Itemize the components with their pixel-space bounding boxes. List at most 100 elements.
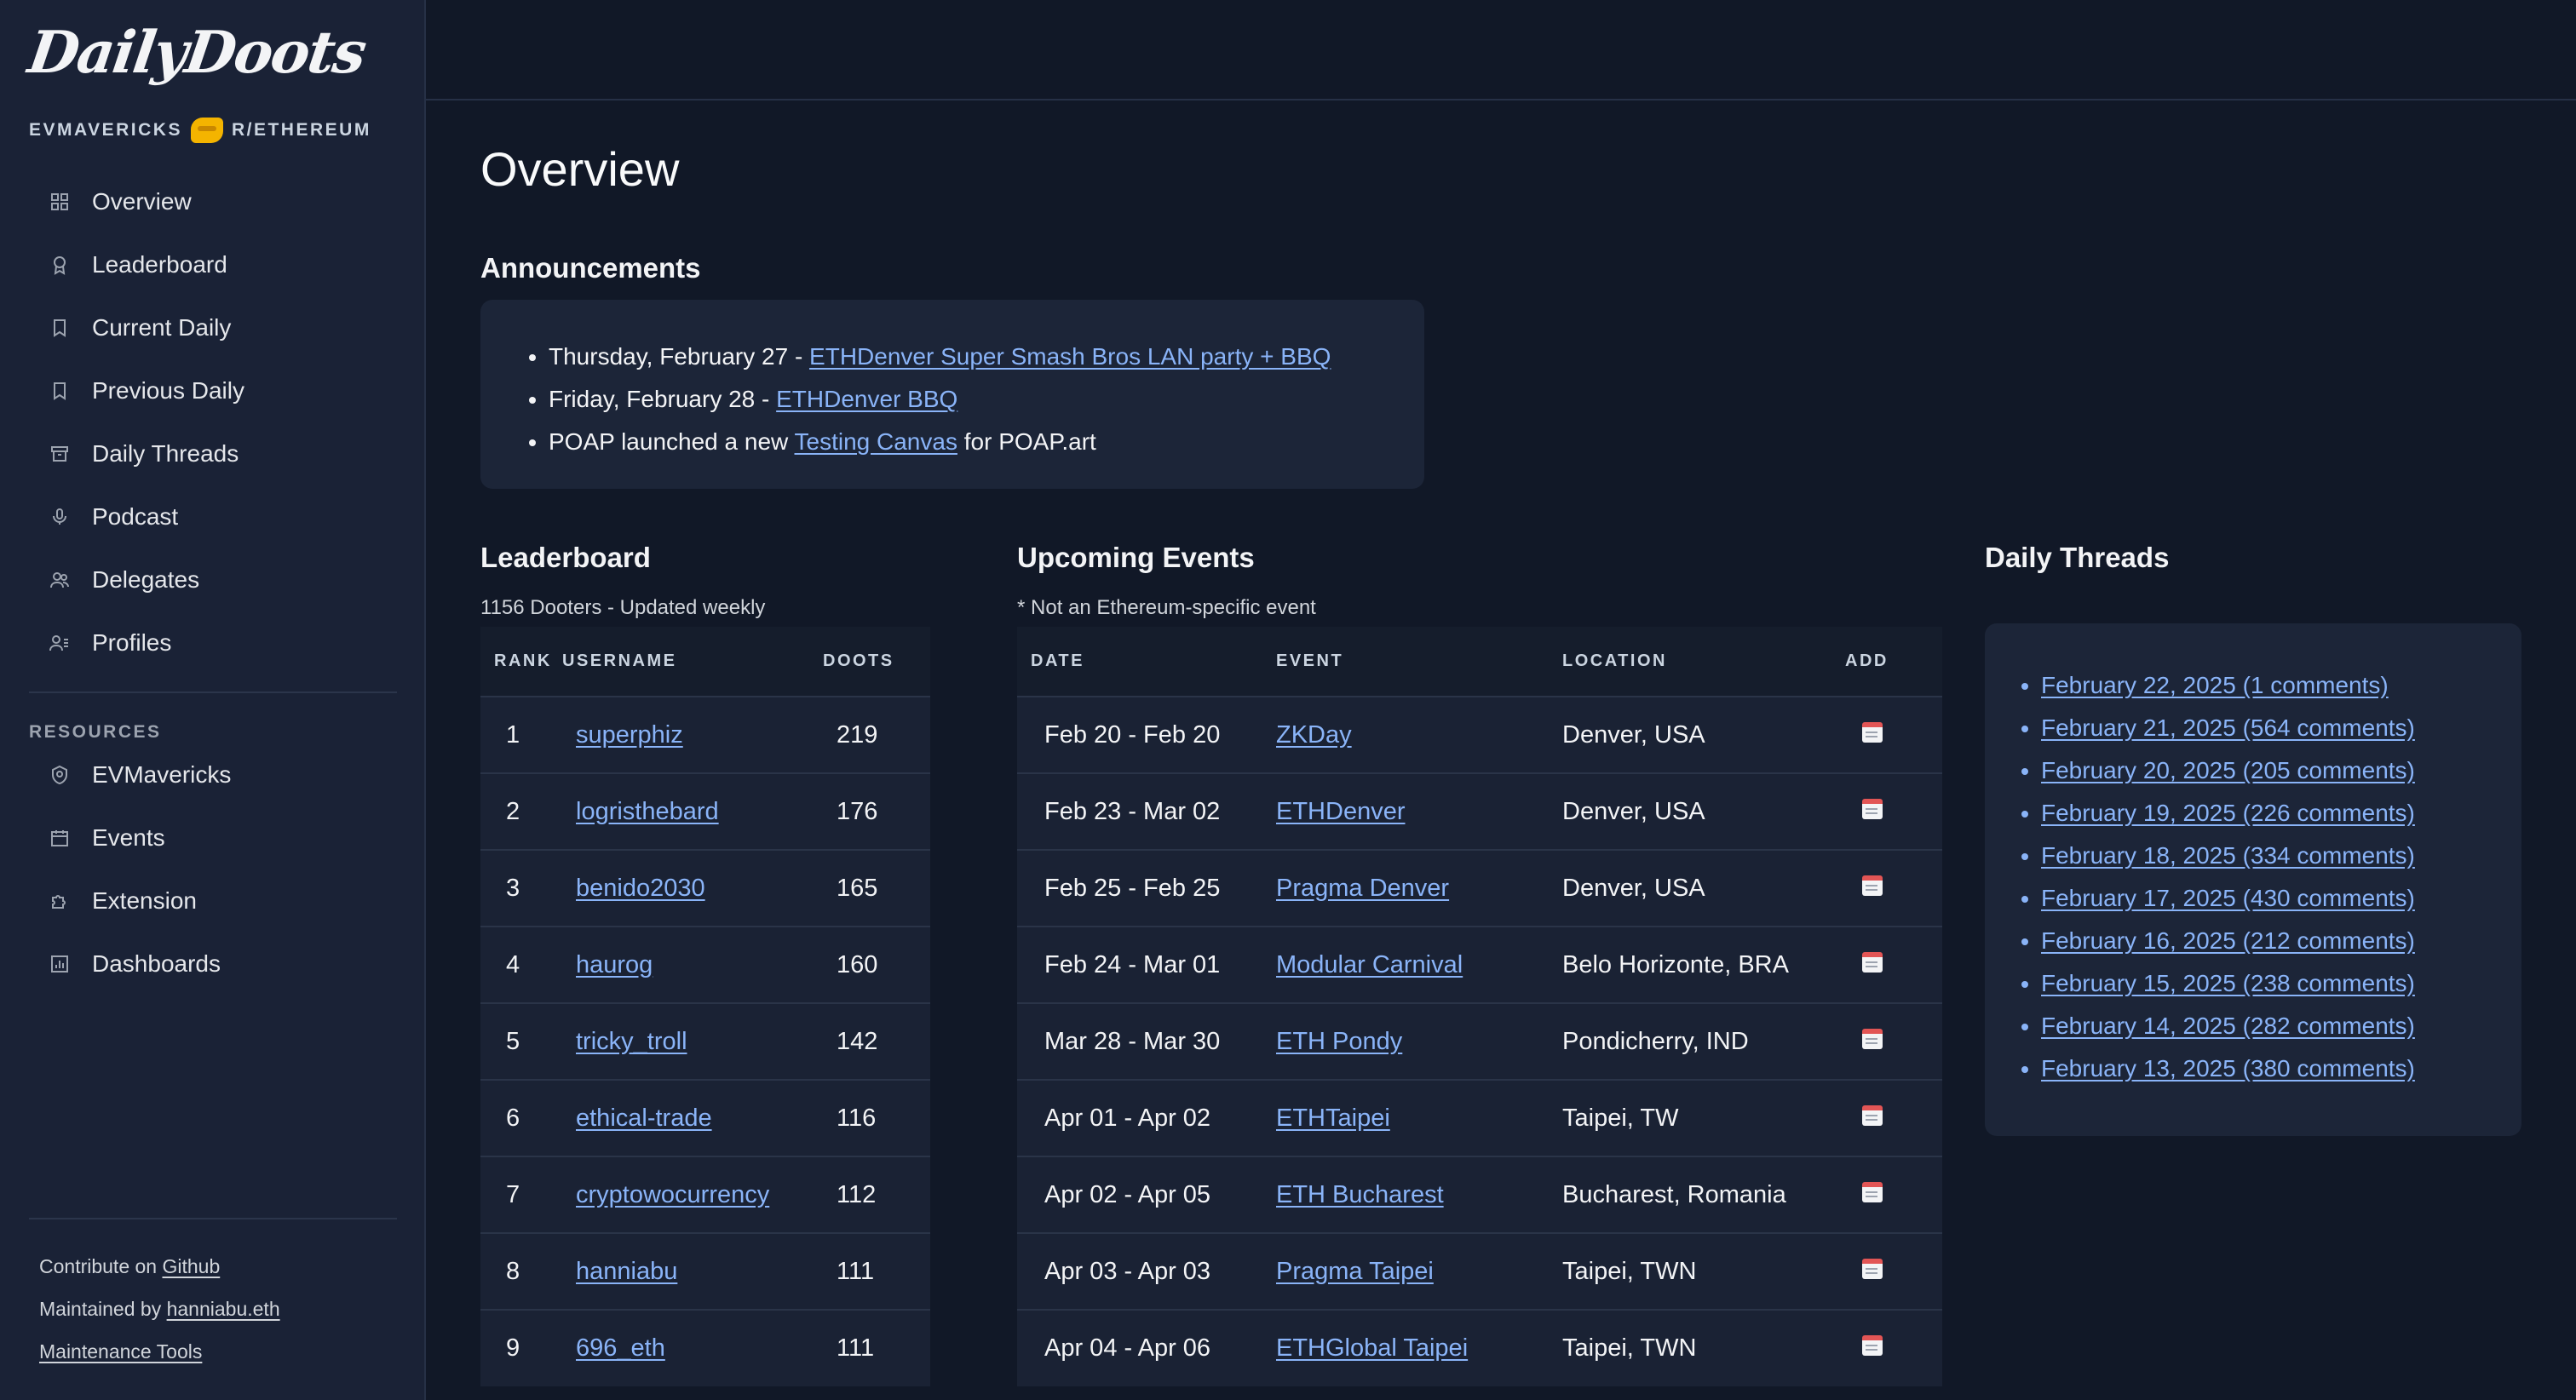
username-link[interactable]: benido2030 [576, 875, 705, 902]
thread-link[interactable]: February 21, 2025 (564 comments) [2041, 714, 2415, 741]
event-link[interactable]: Modular Carnival [1276, 951, 1463, 978]
add-to-calendar-icon[interactable] [1862, 951, 1883, 973]
github-link[interactable]: Github [162, 1255, 220, 1277]
announcement-link[interactable]: Testing Canvas [795, 428, 957, 455]
event-cell: ETH Pondy [1262, 1002, 1549, 1080]
username-link[interactable]: haurog [576, 951, 653, 978]
doots-cell: 160 [823, 926, 930, 1003]
username-link[interactable]: 696_eth [576, 1334, 665, 1362]
username-cell: logristhebard [562, 772, 823, 850]
puzzle-icon [49, 891, 70, 911]
sidebar-item-leaderboard[interactable]: Leaderboard [37, 233, 395, 296]
thread-link[interactable]: February 19, 2025 (226 comments) [2041, 800, 2415, 826]
add-to-calendar-icon[interactable] [1862, 1335, 1883, 1356]
event-link[interactable]: Pragma Denver [1276, 875, 1449, 902]
thread-link[interactable]: February 17, 2025 (430 comments) [2041, 885, 2415, 911]
thread-link[interactable]: February 18, 2025 (334 comments) [2041, 842, 2415, 869]
add-to-calendar-icon[interactable] [1862, 721, 1883, 743]
maintained-line: Maintained by hanniabu.eth [39, 1288, 280, 1330]
username-cell: tricky_troll [562, 1002, 823, 1080]
sidebar-item-podcast[interactable]: Podcast [37, 485, 395, 548]
username-link[interactable]: logristhebard [576, 798, 719, 825]
award-icon [49, 255, 70, 275]
thread-link[interactable]: February 15, 2025 (238 comments) [2041, 970, 2415, 996]
add-to-calendar-icon[interactable] [1862, 1181, 1883, 1202]
username-link[interactable]: superphiz [576, 721, 683, 749]
users-icon [49, 570, 70, 590]
sidebar-item-extension[interactable]: Extension [37, 869, 395, 932]
event-link[interactable]: ETH Pondy [1276, 1028, 1402, 1055]
add-to-calendar-icon[interactable] [1862, 875, 1883, 896]
thread-item: February 13, 2025 (380 comments) [2041, 1047, 2521, 1090]
date-cell: Feb 20 - Feb 20 [1017, 696, 1262, 773]
contribute-text: Contribute on [39, 1255, 163, 1277]
table-row: Apr 02 - Apr 05 ETH Bucharest Bucharest, R… [1017, 1156, 1942, 1233]
rank-cell: 1 [480, 696, 562, 773]
table-row: 4 haurog 160 [480, 926, 930, 1003]
username-cell: ethical-trade [562, 1079, 823, 1156]
bookmark-icon [49, 318, 70, 338]
username-cell: benido2030 [562, 849, 823, 927]
leaderboard-body: 1 superphiz 219 2 logristhebard 176 3 benido203… [480, 696, 930, 1386]
thread-link[interactable]: February 14, 2025 (282 comments) [2041, 1013, 2415, 1039]
threads-list: February 22, 2025 (1 comments) February 2… [2041, 664, 2521, 1090]
sidebar-item-events[interactable]: Events [37, 806, 395, 869]
table-row: 1 superphiz 219 [480, 696, 930, 773]
rank-cell: 3 [480, 849, 562, 927]
thread-item: February 15, 2025 (238 comments) [2041, 962, 2521, 1005]
column-header-add: ADD [1835, 627, 1942, 697]
date-cell: Mar 28 - Mar 30 [1017, 1002, 1262, 1080]
sidebar-item-overview[interactable]: Overview [37, 170, 395, 233]
thread-item: February 20, 2025 (205 comments) [2041, 749, 2521, 792]
thread-link[interactable]: February 22, 2025 (1 comments) [2041, 672, 2389, 698]
username-link[interactable]: hanniabu [576, 1258, 677, 1285]
sidebar-item-current-daily[interactable]: Current Daily [37, 296, 395, 359]
thread-link[interactable]: February 16, 2025 (212 comments) [2041, 927, 2415, 954]
app-logo[interactable]: DailyDoots [24, 19, 369, 87]
rank-cell: 5 [480, 1002, 562, 1080]
event-link[interactable]: Pragma Taipei [1276, 1258, 1434, 1285]
announcement-text: POAP launched a new [549, 428, 795, 455]
maintenance-tools-link[interactable]: Maintenance Tools [39, 1340, 202, 1363]
sidebar: DailyDoots EVMAVERICKS R/ETHEREUM Overvi… [0, 0, 426, 1400]
rank-cell: 4 [480, 926, 562, 1003]
announcement-text: for POAP.art [957, 428, 1096, 455]
location-cell: Taipei, TW [1549, 1079, 1835, 1156]
location-cell: Denver, USA [1549, 696, 1835, 773]
date-cell: Feb 25 - Feb 25 [1017, 849, 1262, 927]
event-cell: ETHDenver [1262, 772, 1549, 850]
doots-cell: 112 [823, 1156, 930, 1233]
thread-link[interactable]: February 20, 2025 (205 comments) [2041, 757, 2415, 783]
sidebar-item-profiles[interactable]: Profiles [37, 611, 395, 674]
event-link[interactable]: ETHTaipei [1276, 1105, 1390, 1132]
event-link[interactable]: ETHGlobal Taipei [1276, 1334, 1468, 1362]
table-row: Apr 03 - Apr 03 Pragma Taipei Taipei, TWN [1017, 1232, 1942, 1310]
sidebar-footer: Contribute on Github Maintained by hanni… [39, 1245, 280, 1373]
sidebar-item-dashboards[interactable]: Dashboards [37, 932, 395, 995]
sidebar-item-delegates[interactable]: Delegates [37, 548, 395, 611]
username-link[interactable]: cryptowocurrency [576, 1181, 769, 1208]
date-cell: Apr 01 - Apr 02 [1017, 1079, 1262, 1156]
sidebar-item-label: Dashboards [92, 950, 221, 977]
add-to-calendar-icon[interactable] [1862, 1028, 1883, 1049]
add-to-calendar-icon[interactable] [1862, 798, 1883, 819]
maintainer-link[interactable]: hanniabu.eth [167, 1298, 280, 1320]
event-link[interactable]: ETHDenver [1276, 798, 1406, 825]
event-link[interactable]: ZKDay [1276, 721, 1352, 749]
thread-link[interactable]: February 13, 2025 (380 comments) [2041, 1055, 2415, 1082]
add-to-calendar-icon[interactable] [1862, 1258, 1883, 1279]
sidebar-item-evmavericks[interactable]: EVMavericks [37, 743, 395, 806]
event-cell: Pragma Taipei [1262, 1232, 1549, 1310]
rank-cell: 2 [480, 772, 562, 850]
announcement-link[interactable]: ETHDenver BBQ [776, 386, 957, 412]
add-to-calendar-icon[interactable] [1862, 1105, 1883, 1126]
event-link[interactable]: ETH Bucharest [1276, 1181, 1444, 1208]
username-link[interactable]: ethical-trade [576, 1105, 712, 1132]
announcement-link[interactable]: ETHDenver Super Smash Bros LAN party + B… [809, 343, 1331, 370]
event-cell: ETHGlobal Taipei [1262, 1309, 1549, 1386]
main-nav: Overview Leaderboard Current Daily Previ… [37, 170, 395, 674]
table-row: Apr 04 - Apr 06 ETHGlobal Taipei Taipei, T… [1017, 1309, 1942, 1386]
sidebar-item-daily-threads[interactable]: Daily Threads [37, 422, 395, 485]
username-link[interactable]: tricky_troll [576, 1028, 687, 1055]
sidebar-item-previous-daily[interactable]: Previous Daily [37, 359, 395, 422]
